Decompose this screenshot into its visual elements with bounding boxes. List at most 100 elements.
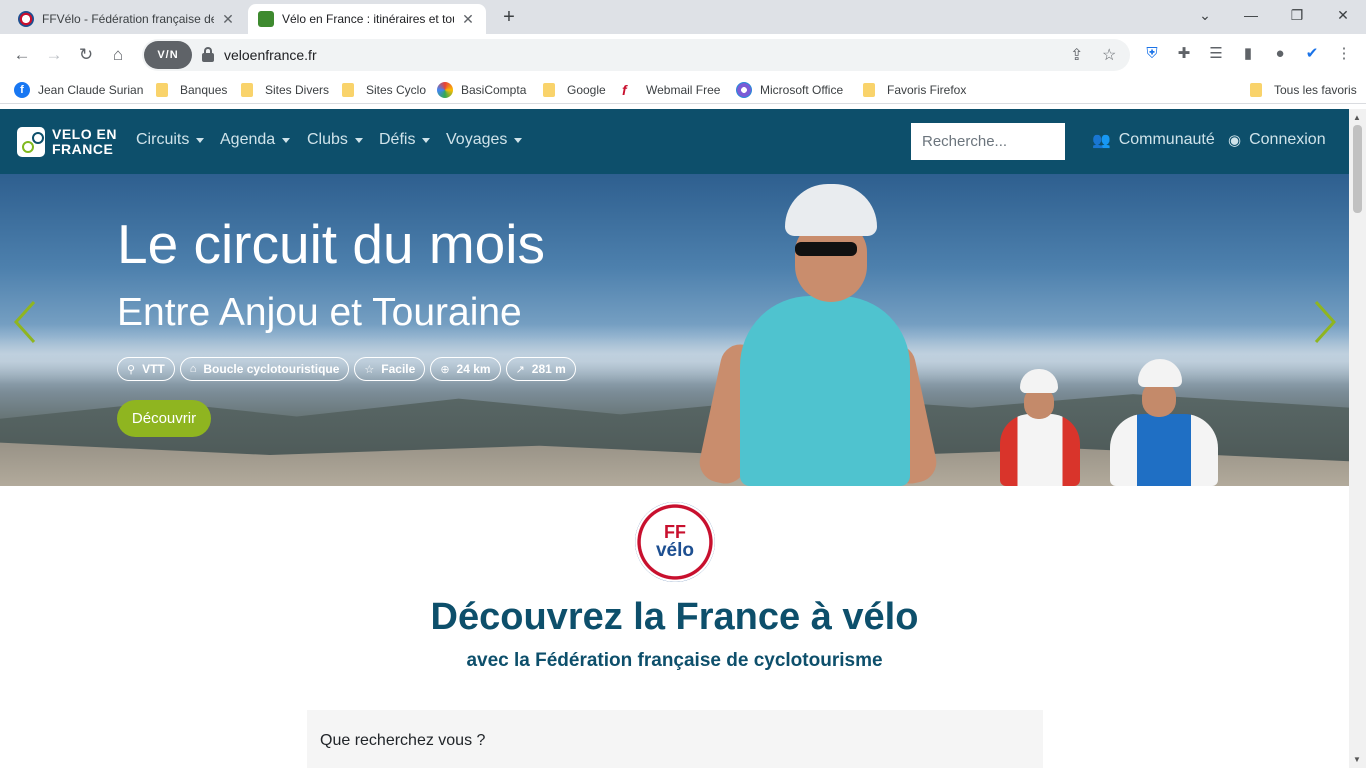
scrollbar-thumb[interactable] (1353, 125, 1362, 213)
caret-down-icon (282, 137, 291, 143)
hero-carousel: Le circuit du mois Entre Anjou et Tourai… (0, 174, 1349, 486)
nav-circuits[interactable]: Circuits (136, 131, 205, 149)
caret-down-icon (196, 137, 205, 143)
bookmark-jean-claude-surian[interactable]: f Jean Claude Surian (14, 82, 143, 98)
bookmark-label: Tous les favoris (1274, 83, 1357, 97)
badge-label: VTT (142, 362, 165, 376)
folder-icon (1250, 83, 1262, 97)
bookmark-sites-divers[interactable]: Sites Divers (241, 82, 329, 98)
bookmark-banques[interactable]: Banques (156, 82, 227, 98)
new-tab-icon[interactable]: + (498, 6, 520, 28)
tab-veloenfrance[interactable]: Vélo en France : itinéraires et tou ✕ (248, 4, 486, 34)
facebook-icon: f (14, 82, 30, 98)
hero-cyclist-image (695, 184, 941, 486)
back-icon[interactable]: ← (10, 43, 34, 67)
close-icon[interactable]: ✕ (220, 11, 236, 28)
nav-connexion[interactable]: ◉ Connexion (1228, 131, 1326, 149)
distance-icon: ⊕ (440, 363, 450, 376)
home-icon[interactable]: ⌂ (106, 43, 130, 67)
close-icon[interactable]: ✕ (460, 11, 476, 28)
tab-ffvelo[interactable]: FFVélo - Fédération française de ✕ (8, 4, 246, 34)
badge-label: Facile (381, 362, 416, 376)
site-search-input[interactable] (911, 123, 1065, 160)
window-close-icon[interactable]: ✕ (1320, 0, 1366, 30)
logo-text: VELO EN FRANCE (52, 127, 117, 157)
share-icon[interactable]: ⇪ (1070, 45, 1083, 65)
media-queue-icon[interactable]: ☰ (1207, 45, 1225, 63)
nav-clubs[interactable]: Clubs (307, 131, 363, 149)
ffvelo-logo[interactable]: FF vélo (635, 502, 715, 582)
profile-avatar-icon[interactable]: ● (1271, 45, 1289, 63)
shield-extension-icon[interactable]: ⛨ (1143, 45, 1161, 63)
nav-label: Connexion (1249, 131, 1326, 148)
bookmark-star-icon[interactable]: ☆ (1102, 45, 1116, 65)
bookmark-google[interactable]: Google (543, 82, 606, 98)
nav-defis[interactable]: Défis (379, 131, 431, 149)
nav-communaute[interactable]: 👥 Communauté (1092, 131, 1215, 149)
free-logo-icon: f (622, 82, 627, 98)
folder-icon (342, 83, 354, 97)
badge-elevation: ↗ 281 m (505, 357, 576, 381)
folder-icon (241, 83, 253, 97)
bookmark-webmail-free[interactable]: f Webmail Free (622, 82, 720, 98)
lock-icon[interactable] (202, 47, 214, 63)
bike-icon: ⚲ (127, 363, 136, 376)
address-bar[interactable]: V/N veloenfrance.fr ⇪ ☆ (142, 39, 1130, 71)
nav-label: Circuits (136, 131, 190, 148)
badge-category: ⌂ Boucle cyclotouristique (179, 357, 350, 381)
tab-title: Vélo en France : itinéraires et tou (282, 12, 454, 26)
bookmark-microsoft-office[interactable]: Microsoft Office (736, 82, 843, 98)
discover-button[interactable]: Découvrir (117, 400, 211, 437)
bookmark-tous-les-favoris[interactable]: Tous les favoris (1250, 82, 1357, 98)
reload-icon[interactable]: ↻ (74, 43, 98, 67)
bookmark-label: Webmail Free (646, 83, 721, 97)
restore-icon[interactable]: ❐ (1274, 0, 1320, 30)
url-text[interactable]: veloenfrance.fr (224, 47, 317, 63)
bookmark-label: Jean Claude Surian (38, 83, 144, 97)
hero-subtitle: Entre Anjou et Touraine (117, 291, 522, 334)
veloenfrance-favicon-icon (258, 11, 274, 27)
user-circle-icon: ◉ (1228, 132, 1242, 149)
logo-line-2: FRANCE (52, 141, 114, 157)
carousel-prev-icon[interactable] (10, 298, 40, 346)
folder-icon (543, 83, 555, 97)
caret-down-icon (354, 137, 363, 143)
nav-label: Voyages (446, 131, 508, 148)
forward-icon[interactable]: → (42, 43, 66, 67)
bike-logo-icon (17, 127, 45, 157)
users-icon: 👥 (1092, 132, 1111, 149)
extensions-puzzle-icon[interactable]: ✚ (1175, 45, 1193, 63)
nav-agenda[interactable]: Agenda (220, 131, 291, 149)
bookmark-label: Sites Cyclo (366, 83, 427, 97)
bookmark-sites-cyclo[interactable]: Sites Cyclo (342, 82, 426, 98)
hero-cyclist-image (1000, 369, 1090, 486)
bookmark-favoris-firefox[interactable]: Favoris Firefox (863, 82, 966, 98)
page-headline: Découvrez la France à vélo (430, 596, 919, 638)
badge-label: 281 m (531, 362, 566, 376)
hero-title: Le circuit du mois (117, 213, 545, 275)
page-scrollbar[interactable]: ▲ ▼ (1349, 109, 1366, 768)
bookmark-basicompta[interactable]: BasiCompta (437, 82, 526, 98)
web-page: VELO EN FRANCE Circuits Agenda Clubs Déf… (0, 109, 1349, 768)
elevation-icon: ↗ (515, 363, 525, 376)
badge-difficulty: ☆ Facile (354, 357, 426, 381)
side-panel-icon[interactable]: ▮ (1239, 45, 1257, 63)
tab-search-chevron-icon[interactable]: ⌄ (1182, 0, 1228, 30)
carousel-next-icon[interactable] (1310, 298, 1340, 346)
password-manager-icon[interactable]: ✔ (1303, 45, 1321, 63)
tab-title: FFVélo - Fédération française de (42, 12, 214, 26)
nav-voyages[interactable]: Voyages (446, 131, 523, 149)
bookmarks-bar: f Jean Claude Surian Banques Sites Diver… (0, 76, 1366, 104)
vpn-icon[interactable]: V/N (144, 41, 192, 69)
minimize-icon[interactable]: — (1228, 0, 1274, 30)
badge-distance: ⊕ 24 km (430, 357, 501, 381)
scroll-down-icon[interactable]: ▼ (1353, 755, 1361, 764)
scroll-up-icon[interactable]: ▲ (1353, 113, 1361, 122)
site-logo[interactable]: VELO EN FRANCE (17, 126, 117, 158)
menu-kebab-icon[interactable]: ⋮ (1335, 45, 1353, 63)
bookmark-label: Favoris Firefox (887, 83, 967, 97)
tab-strip: FFVélo - Fédération française de ✕ Vélo … (0, 0, 1366, 34)
logo-velo-text: vélo (655, 540, 695, 561)
site-navbar: VELO EN FRANCE Circuits Agenda Clubs Déf… (0, 109, 1349, 174)
logo-line-1: VELO EN (52, 126, 117, 142)
